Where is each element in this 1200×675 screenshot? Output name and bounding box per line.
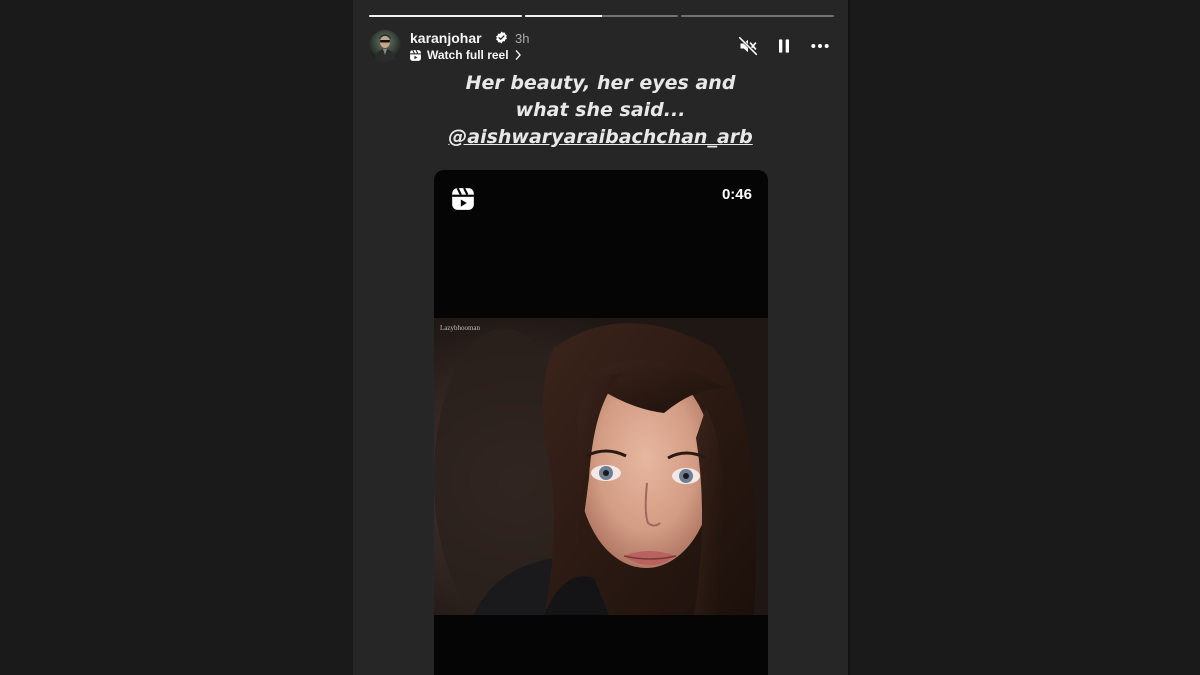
chevron-right-icon — [515, 50, 521, 60]
progress-fill-1 — [369, 15, 522, 17]
reel-thumbnail-image — [434, 318, 768, 615]
reels-icon — [452, 187, 474, 210]
video-watermark: Lazybhooman — [440, 324, 481, 332]
panel-divider — [848, 0, 850, 675]
more-horizontal-icon[interactable] — [810, 36, 830, 56]
pause-icon[interactable] — [774, 36, 794, 56]
caption-line-1: Her beauty, her eyes and — [465, 72, 736, 94]
progress-segment-1 — [369, 15, 522, 17]
story-progress-bar — [369, 15, 834, 18]
avatar[interactable] — [369, 30, 401, 62]
shared-reel-card[interactable]: 0:46 Lazybhooman — [434, 170, 768, 675]
reel-duration: 0:46 — [721, 186, 752, 203]
username[interactable]: karanjohar — [410, 30, 482, 46]
story-controls — [738, 36, 830, 56]
reel-video-frame: Lazybhooman — [434, 318, 768, 615]
caption-line-2: what she said... — [515, 99, 686, 121]
story-panel: karanjohar 3h Watch full reel Her beauty… — [353, 0, 848, 675]
caption-mention-link[interactable]: @aishwaryaraibachchan_arb — [448, 124, 752, 151]
progress-segment-2 — [525, 15, 678, 17]
progress-fill-2 — [525, 15, 602, 17]
time-ago: 3h — [515, 31, 530, 46]
speaker-muted-icon[interactable] — [738, 36, 758, 56]
watch-full-reel-label: Watch full reel — [427, 48, 509, 62]
story-viewer-backdrop: karanjohar 3h Watch full reel Her beauty… — [0, 0, 1200, 675]
progress-segment-3 — [681, 15, 834, 17]
reels-icon — [410, 49, 421, 61]
story-header: karanjohar 3h Watch full reel — [369, 28, 834, 64]
verified-badge-icon — [496, 31, 507, 44]
story-caption: Her beauty, her eyes and what she said..… — [353, 70, 848, 151]
watch-full-reel-link[interactable]: Watch full reel — [409, 48, 522, 62]
avatar-person-icon — [374, 34, 396, 62]
